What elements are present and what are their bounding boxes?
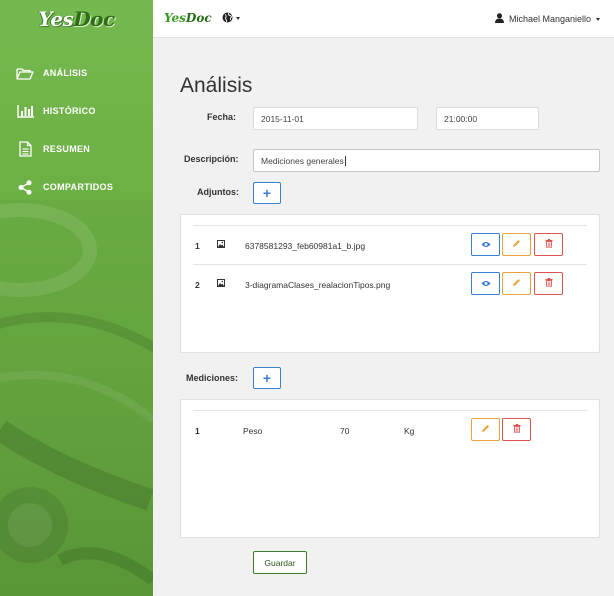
view-button[interactable] <box>471 233 500 256</box>
chevron-down-icon <box>596 17 600 21</box>
table-row: 1 6378581293_feb60981a1_b.jpg <box>193 225 587 264</box>
image-icon <box>217 240 225 250</box>
bar-chart-icon <box>15 103 35 119</box>
table-row: 1 Peso 70 Kg <box>193 410 587 449</box>
add-medicion-button[interactable]: + <box>253 367 281 389</box>
user-icon <box>494 13 504 25</box>
trash-icon <box>513 424 521 435</box>
language-dropdown[interactable] <box>222 12 240 25</box>
user-name: Michael Manganiello <box>508 14 591 24</box>
adjunto-num: 1 <box>195 241 200 251</box>
adjuntos-label: Adjuntos: <box>197 187 239 197</box>
sidebar: Yes Doc ANÁLISIS HISTÓRICO RESUMEN COMPAR… <box>0 0 153 596</box>
edit-button[interactable] <box>502 272 531 295</box>
descripcion-input[interactable]: Mediciones generales <box>253 149 600 172</box>
sidebar-item-label: HISTÓRICO <box>43 106 96 116</box>
folder-open-icon <box>15 65 35 81</box>
pencil-icon <box>512 278 521 289</box>
delete-button[interactable] <box>534 233 563 256</box>
fecha-value: 2015-11-01 <box>261 113 304 124</box>
add-adjunto-button[interactable]: + <box>253 182 281 204</box>
adjuntos-panel: 1 6378581293_feb60981a1_b.jpg 2 3-diagra… <box>180 214 600 353</box>
delete-button[interactable] <box>502 418 531 441</box>
sidebar-item-historico[interactable]: HISTÓRICO <box>0 92 153 130</box>
sidebar-item-label: ANÁLISIS <box>43 68 88 78</box>
page-title: Análisis <box>180 74 253 97</box>
main-content: Análisis Fecha: 2015-11-01 21:00:00 Desc… <box>153 39 614 596</box>
hora-value: 21:00:00 <box>444 113 478 124</box>
pencil-icon <box>512 239 521 250</box>
chevron-down-icon <box>236 17 240 20</box>
adjunto-filename: 3-diagramaClases_realacionTipos.png <box>245 280 391 290</box>
trash-icon <box>545 239 553 250</box>
medicion-unit: Kg <box>404 426 415 436</box>
image-icon <box>217 279 225 289</box>
save-label: Guardar <box>264 557 296 568</box>
table-row: 2 3-diagramaClases_realacionTipos.png <box>193 264 587 303</box>
mediciones-label: Mediciones: <box>186 373 239 383</box>
medicion-name: Peso <box>243 426 263 436</box>
eye-icon <box>481 240 491 250</box>
sidebar-item-analisis[interactable]: ANÁLISIS <box>0 54 153 92</box>
logo-yes: Yes <box>38 7 74 31</box>
edit-button[interactable] <box>471 418 500 441</box>
fecha-input[interactable]: 2015-11-01 <box>253 107 418 130</box>
share-icon <box>15 179 35 195</box>
globe-icon <box>222 12 233 25</box>
adjunto-filename: 6378581293_feb60981a1_b.jpg <box>245 241 366 251</box>
sidebar-item-label: RESUMEN <box>43 144 91 154</box>
plus-icon: + <box>262 185 272 201</box>
trash-icon <box>545 278 553 289</box>
hora-input[interactable]: 21:00:00 <box>436 107 539 130</box>
medicion-num: 1 <box>195 426 200 436</box>
sidebar-nav: ANÁLISIS HISTÓRICO RESUMEN COMPARTIDOS <box>0 54 153 206</box>
document-icon <box>15 141 35 157</box>
medicion-value: 70 <box>340 426 350 436</box>
logo-doc: Doc <box>73 7 115 31</box>
descripcion-value: Mediciones generales <box>261 155 344 166</box>
edit-button[interactable] <box>502 233 531 256</box>
user-menu[interactable]: Michael Manganiello <box>494 13 600 25</box>
top-navbar: YesDoc Michael Manganiello <box>153 0 614 38</box>
fecha-label: Fecha: <box>207 112 237 122</box>
text-cursor <box>344 155 346 166</box>
plus-icon: + <box>262 370 272 386</box>
save-button[interactable]: Guardar <box>253 551 307 574</box>
sidebar-logo[interactable]: Yes Doc <box>0 0 153 38</box>
delete-button[interactable] <box>534 272 563 295</box>
navbar-brand-yes: Yes <box>164 11 186 25</box>
view-button[interactable] <box>471 272 500 295</box>
sidebar-item-label: COMPARTIDOS <box>43 182 114 192</box>
descripcion-label: Descripción: <box>184 154 239 164</box>
pencil-icon <box>481 424 490 435</box>
adjunto-num: 2 <box>195 280 200 290</box>
eye-icon <box>481 279 491 289</box>
navbar-brand[interactable]: YesDoc <box>164 11 212 25</box>
mediciones-panel: 1 Peso 70 Kg <box>180 399 600 538</box>
navbar-brand-doc: Doc <box>185 11 212 25</box>
sidebar-item-compartidos[interactable]: COMPARTIDOS <box>0 168 153 206</box>
sidebar-item-resumen[interactable]: RESUMEN <box>0 130 153 168</box>
